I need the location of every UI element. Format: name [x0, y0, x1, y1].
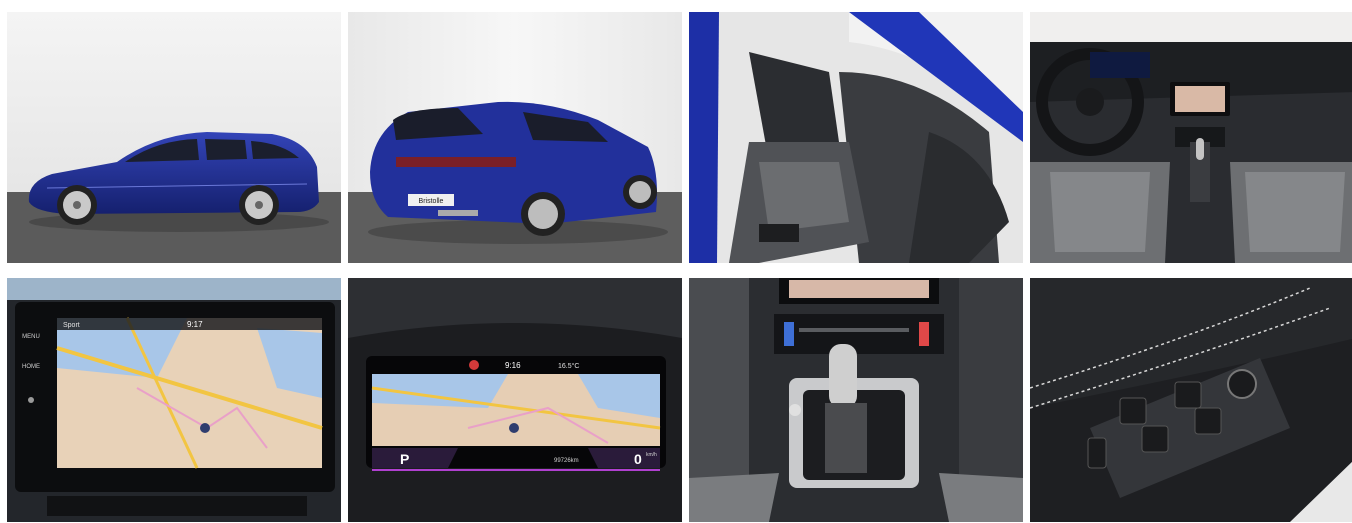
photo-infotainment[interactable]: Sport 9:17 MENU HOME [7, 278, 341, 522]
cluster-speed: 0 [634, 451, 642, 467]
photo-instrument-cluster[interactable]: 9:16 16.5°C P 99726km 0 km/h [348, 278, 682, 522]
cluster-time: 9:16 [505, 361, 521, 370]
photo-gallery: Bristolle Sport 9:17 MENU HOME 9:16 16.5… [0, 0, 1352, 523]
cluster-range: 99726km [554, 458, 579, 464]
infotainment-time: 9:17 [187, 320, 203, 329]
cockpit-image [1030, 12, 1352, 263]
exterior-side-image [7, 12, 341, 263]
photo-interior-seats[interactable] [689, 12, 1023, 263]
infotainment-image: Sport 9:17 MENU HOME [7, 278, 341, 522]
exterior-rear-image: Bristolle [348, 12, 682, 263]
photo-center-console[interactable] [689, 278, 1023, 522]
cluster-temperature: 16.5°C [558, 362, 579, 370]
infotainment-mode: Sport [63, 322, 80, 329]
photo-exterior-side[interactable] [7, 12, 341, 263]
license-plate: Bristolle [419, 198, 444, 205]
cluster-speed-unit: km/h [646, 452, 657, 458]
door-switches-image [1030, 278, 1352, 522]
photo-door-switches[interactable] [1030, 278, 1352, 522]
photo-cockpit[interactable] [1030, 12, 1352, 263]
interior-seats-image [689, 12, 1023, 263]
cluster-gear: P [400, 451, 409, 467]
center-console-image [689, 278, 1023, 522]
photo-exterior-rear[interactable]: Bristolle [348, 12, 682, 263]
infotainment-menu-label: MENU [22, 334, 40, 340]
infotainment-home-label: HOME [22, 364, 40, 370]
cluster-image: 9:16 16.5°C P 99726km 0 km/h [348, 278, 682, 522]
